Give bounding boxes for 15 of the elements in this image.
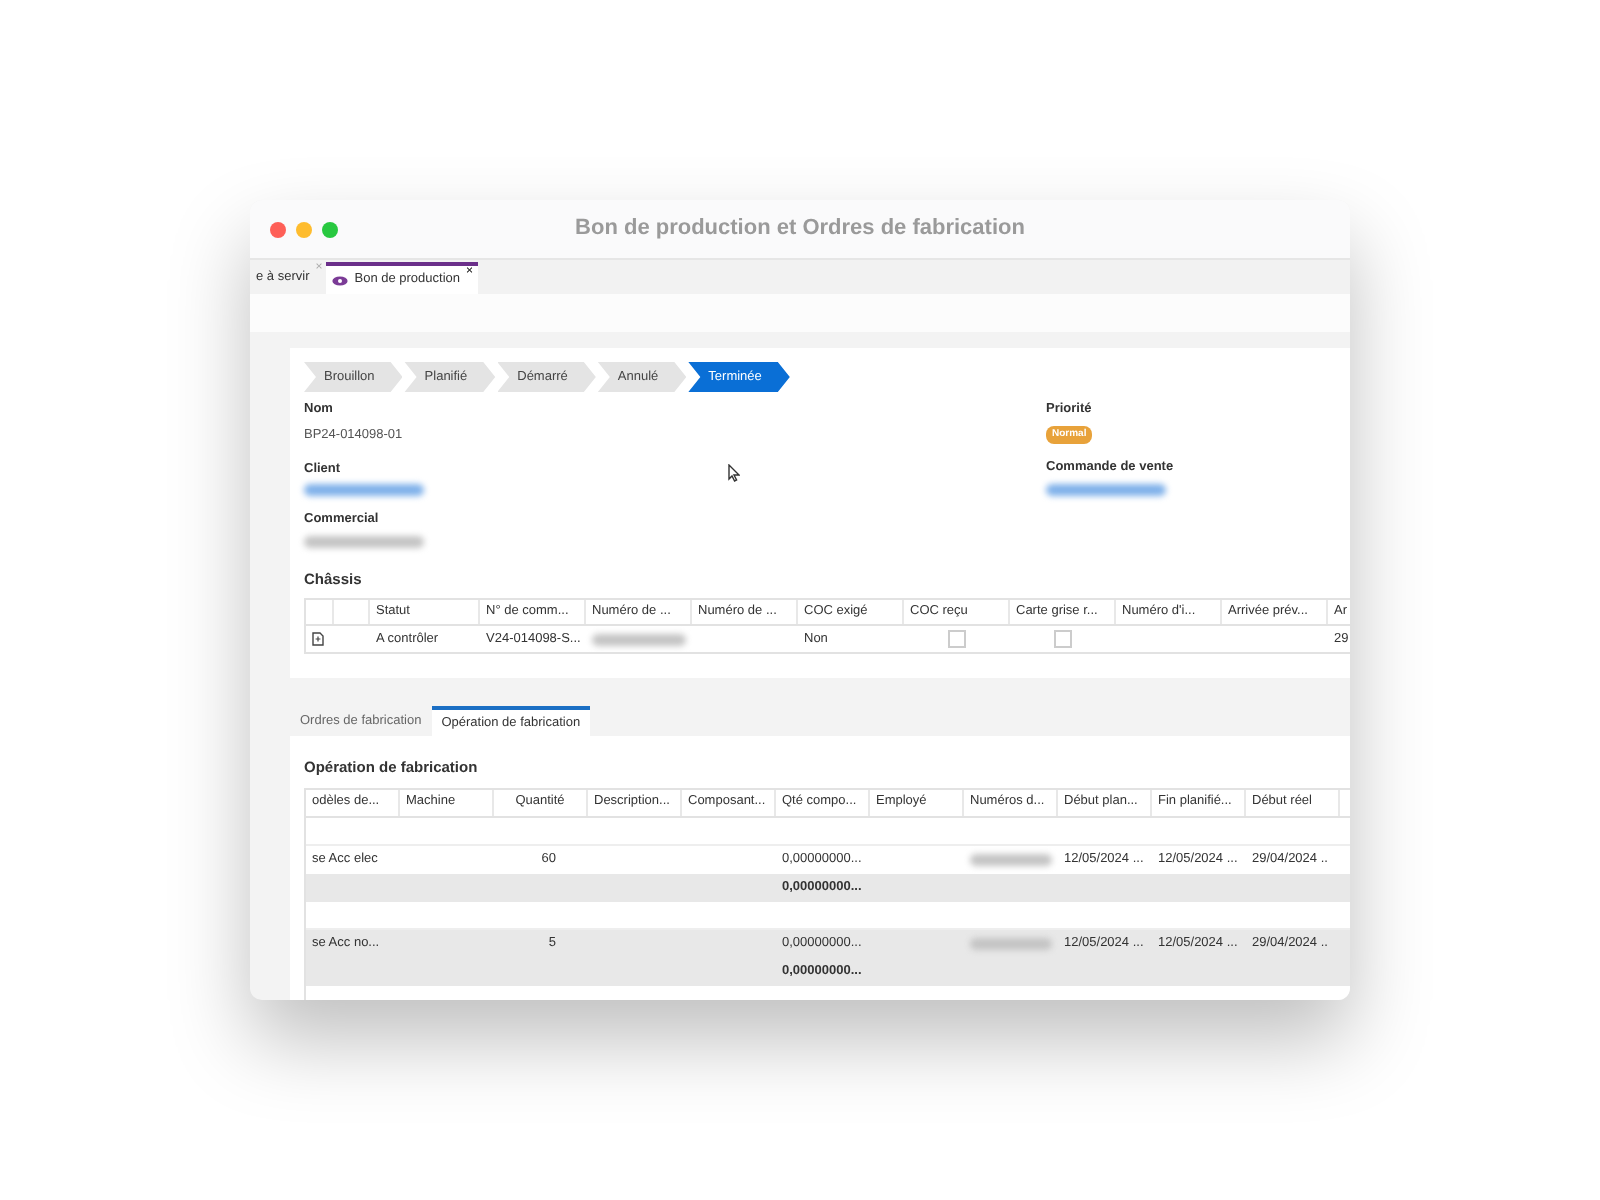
blurred-text <box>970 853 1052 865</box>
document-icon[interactable] <box>312 632 324 647</box>
blurred-text <box>1046 484 1166 496</box>
maximize-icon[interactable] <box>322 221 338 237</box>
window-title: Bon de production et Ordres de fabrication <box>573 214 1027 245</box>
blurred-text <box>970 937 1052 949</box>
close-icon[interactable] <box>270 221 286 237</box>
checkbox[interactable] <box>1054 630 1072 649</box>
mouse-cursor-icon <box>728 464 740 482</box>
minimize-icon[interactable] <box>296 221 312 237</box>
blurred-text <box>304 484 424 497</box>
eye-icon <box>332 275 349 285</box>
checkbox[interactable] <box>948 630 966 649</box>
blurred-text <box>592 633 686 646</box>
blurred-text <box>304 536 424 548</box>
